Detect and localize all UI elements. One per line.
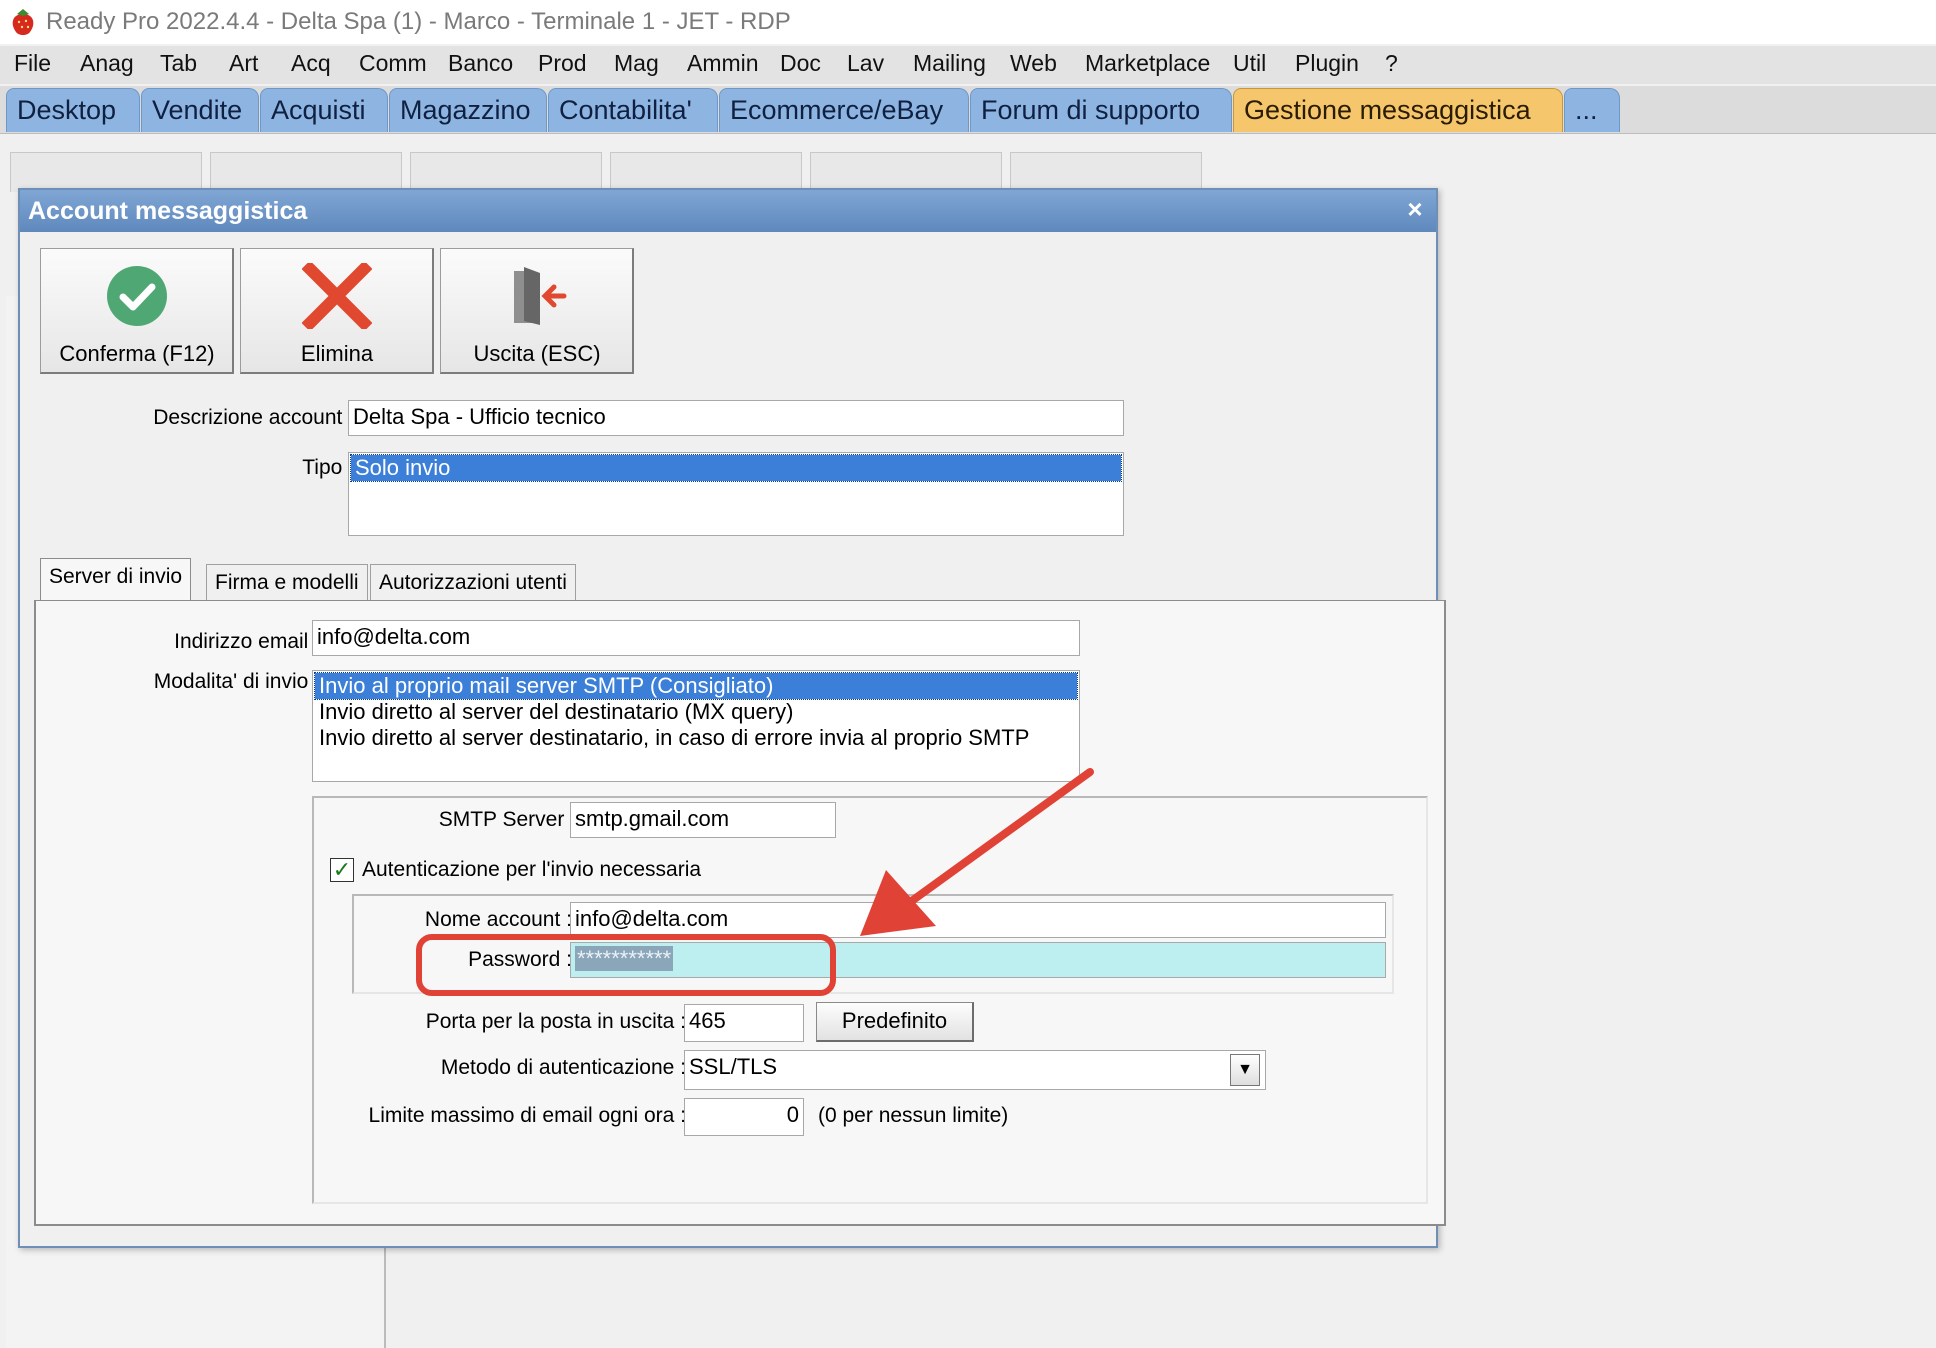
smtp-server-input[interactable]: smtp.gmail.com — [570, 802, 836, 838]
exit-button-label: Uscita (ESC) — [473, 341, 601, 366]
exit-button[interactable]: Uscita (ESC) — [440, 248, 634, 374]
password-highlight-annotation — [416, 934, 836, 996]
tab-forum-supporto[interactable]: Forum di supporto — [970, 88, 1232, 132]
auth-method-select[interactable]: SSL/TLS — [684, 1050, 1266, 1090]
menu-doc[interactable]: Doc — [780, 50, 821, 77]
menu-lav[interactable]: Lav — [847, 50, 884, 77]
menu-banco[interactable]: Banco — [448, 50, 513, 77]
outgoing-port-label: Porta per la posta in uscita : — [425, 1010, 686, 1033]
background-toolbar-button — [210, 152, 402, 192]
menu-prod[interactable]: Prod — [538, 50, 587, 77]
menu-comm[interactable]: Comm — [359, 50, 427, 77]
app-title: Ready Pro 2022.4.4 - Delta Spa (1) - Mar… — [46, 8, 791, 35]
menu-help[interactable]: ? — [1385, 50, 1398, 77]
type-option-selected[interactable]: Solo invio — [350, 454, 1122, 482]
dialog-titlebar: Account messaggistica × — [20, 190, 1436, 232]
menu-mailing[interactable]: Mailing — [913, 50, 986, 77]
menu-file[interactable]: File — [14, 50, 51, 77]
chevron-down-icon[interactable]: ▼ — [1230, 1054, 1260, 1086]
send-mode-option[interactable]: Invio al proprio mail server SMTP (Consi… — [314, 672, 1078, 700]
tab-more[interactable]: ... — [1564, 88, 1620, 132]
menu-ammin[interactable]: Ammin — [687, 50, 759, 77]
menu-tab[interactable]: Tab — [160, 50, 197, 77]
tab-magazzino[interactable]: Magazzino — [389, 88, 547, 132]
tab-ecommerce-ebay[interactable]: Ecommerce/eBay — [719, 88, 969, 132]
send-mode-option[interactable]: Invio diretto al server destinatario, in… — [315, 725, 1077, 751]
strawberry-logo-icon — [12, 9, 34, 35]
checkmark-icon — [107, 266, 167, 326]
confirm-button[interactable]: Conferma (F12) — [40, 248, 234, 374]
confirm-button-label: Conferma (F12) — [59, 341, 215, 366]
menu-mag[interactable]: Mag — [614, 50, 659, 77]
send-mode-label: Modalita' di invio : — [153, 670, 320, 693]
background-toolbar-button — [810, 152, 1002, 192]
delete-x-icon — [302, 263, 372, 329]
menu-acq[interactable]: Acq — [291, 50, 331, 77]
tab-vendite[interactable]: Vendite — [141, 88, 259, 132]
exit-door-icon — [514, 267, 567, 325]
menu-util[interactable]: Util — [1233, 50, 1266, 77]
smtp-server-label: SMTP Server : — [438, 808, 576, 831]
hourly-limit-hint: (0 per nessun limite) — [818, 1104, 1009, 1127]
menu-art[interactable]: Art — [229, 50, 258, 77]
tab-firma-modelli[interactable]: Firma e modelli — [206, 564, 368, 600]
type-label: Tipo : — [302, 456, 354, 479]
hourly-limit-label: Limite massimo di email ogni ora : — [368, 1104, 686, 1127]
send-mode-option[interactable]: Invio diretto al server del destinatario… — [315, 699, 1077, 725]
tab-contabilita[interactable]: Contabilita' — [548, 88, 718, 132]
auth-method-value: SSL/TLS — [689, 1054, 778, 1079]
tab-autorizzazioni-utenti[interactable]: Autorizzazioni utenti — [370, 564, 576, 600]
menu-plugin[interactable]: Plugin — [1295, 50, 1359, 77]
auth-method-label: Metodo di autenticazione : — [440, 1056, 686, 1079]
menu-anag[interactable]: Anag — [80, 50, 134, 77]
tab-gestione-messaggistica[interactable]: Gestione messaggistica — [1233, 88, 1563, 132]
app-titlebar: Ready Pro 2022.4.4 - Delta Spa (1) - Mar… — [0, 0, 1936, 44]
menu-web[interactable]: Web — [1010, 50, 1057, 77]
account-dialog: Account messaggistica × Conferma (F12) E… — [18, 188, 1446, 1248]
email-label: Indirizzo email : — [174, 630, 320, 653]
description-label: Descrizione account : — [153, 406, 354, 429]
menu-marketplace[interactable]: Marketplace — [1085, 50, 1210, 77]
delete-button-label: Elimina — [300, 341, 374, 366]
tab-acquisti[interactable]: Acquisti — [260, 88, 388, 132]
description-input[interactable]: Delta Spa - Ufficio tecnico — [348, 400, 1124, 436]
background-toolbar-button — [10, 152, 202, 192]
account-name-label: Nome account : — [424, 908, 572, 931]
default-port-button[interactable]: Predefinito — [816, 1002, 974, 1042]
auth-required-checkbox[interactable]: ✓ — [330, 858, 354, 882]
background-toolbar-button — [1010, 152, 1202, 192]
tab-desktop[interactable]: Desktop — [6, 88, 140, 132]
close-icon[interactable]: × — [1402, 196, 1428, 222]
dialog-title: Account messaggistica — [28, 197, 308, 225]
menu-bar: File Anag Tab Art Acq Comm Banco Prod Ma… — [0, 46, 1936, 84]
tab-server-di-invio[interactable]: Server di invio — [40, 558, 192, 602]
delete-button[interactable]: Elimina — [240, 248, 434, 374]
outgoing-port-input[interactable]: 465 — [684, 1004, 804, 1042]
type-listbox[interactable]: Solo invio — [348, 452, 1124, 536]
background-toolbar-button — [410, 152, 602, 192]
hourly-limit-input[interactable]: 0 — [684, 1098, 804, 1136]
background-toolbar-button — [610, 152, 802, 192]
red-arrow-annotation — [860, 768, 1094, 936]
auth-required-label: Autenticazione per l'invio necessaria — [362, 858, 702, 881]
email-input[interactable]: info@delta.com — [312, 620, 1080, 656]
main-tab-strip: Desktop Vendite Acquisti Magazzino Conta… — [0, 86, 1936, 134]
